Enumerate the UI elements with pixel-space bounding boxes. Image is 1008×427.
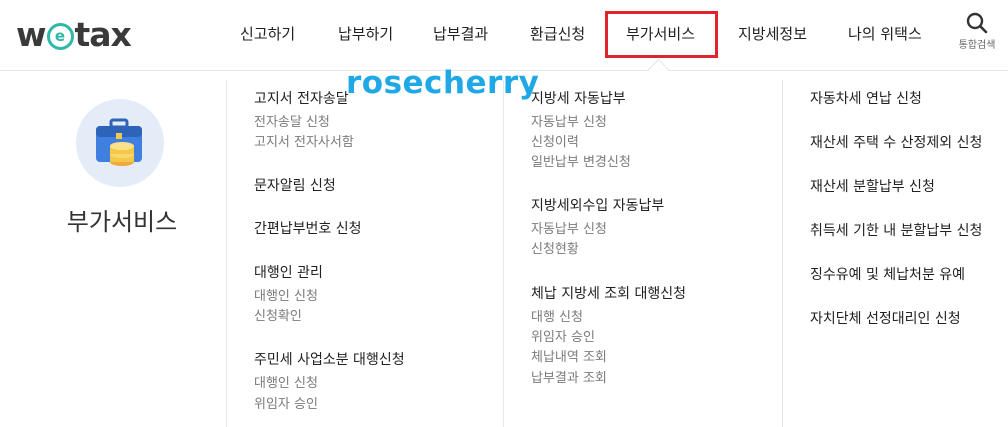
top-header: w e tax 신고하기 납부하기 납부결과 환급신청 부가서비스 지방세정보 나의…	[0, 0, 1008, 71]
submenu-apply-history[interactable]: 신청이력	[531, 134, 579, 152]
menu-local-gov-agent[interactable]: 자치단체 선정대리인 신청	[810, 309, 961, 329]
column-divider	[782, 80, 783, 427]
search-icon	[966, 12, 988, 34]
submenu-delegator-approve-2[interactable]: 위임자 승인	[531, 329, 595, 347]
menu-e-delivery[interactable]: 고지서 전자송달	[254, 89, 349, 109]
menu-nontax-autopay[interactable]: 지방세외수입 자동납부	[531, 196, 664, 216]
submenu-apply-check[interactable]: 신청확인	[254, 308, 302, 326]
nav-my-wetax[interactable]: 나의 위택스	[848, 22, 922, 46]
submenu-general-pay-change[interactable]: 일반납부 변경신청	[531, 154, 631, 172]
submenu-agent-apply-3[interactable]: 대행 신청	[531, 309, 583, 327]
menu-acquisition-installment[interactable]: 취득세 기한 내 분할납부 신청	[810, 221, 982, 241]
submenu-autopay-apply-2[interactable]: 자동납부 신청	[531, 221, 607, 239]
nav-local-tax-info[interactable]: 지방세정보	[738, 22, 807, 46]
search-button[interactable]: 통합검색	[955, 12, 999, 51]
nav-pay[interactable]: 납부하기	[338, 22, 393, 46]
menu-sms-alert[interactable]: 문자알림 신청	[254, 176, 336, 196]
submenu-payment-result-inquiry[interactable]: 납부결과 조회	[531, 370, 607, 388]
nav-payment-result[interactable]: 납부결과	[433, 22, 488, 46]
submenu-agent-apply[interactable]: 대행인 신청	[254, 288, 318, 306]
search-label: 통합검색	[958, 40, 996, 51]
submenu-autopay-apply[interactable]: 자동납부 신청	[531, 114, 607, 132]
wetax-logo[interactable]: w e tax	[16, 14, 132, 54]
menu-simple-pay-number[interactable]: 간편납부번호 신청	[254, 219, 362, 239]
menu-agent-management[interactable]: 대행인 관리	[254, 263, 323, 283]
menu-collection-deferral[interactable]: 징수유예 및 체납처분 유예	[810, 265, 965, 285]
logo-e-circle: e	[46, 22, 74, 50]
submenu-apply-status[interactable]: 신청현황	[531, 241, 579, 259]
menu-property-house-exclusion[interactable]: 재산세 주택 수 산정제외 신청	[810, 133, 982, 153]
section-title: 부가서비스	[66, 208, 178, 236]
submenu-e-delivery-apply[interactable]: 전자송달 신청	[254, 114, 330, 132]
logo-text-pre: w	[16, 14, 46, 54]
submenu-delegator-approve[interactable]: 위임자 승인	[254, 396, 318, 414]
nav-file-report[interactable]: 신고하기	[240, 22, 295, 46]
watermark-text: rosecherry	[346, 65, 540, 101]
submenu-arrears-inquiry[interactable]: 체납내역 조회	[531, 349, 607, 367]
logo-text-post: tax	[74, 14, 132, 54]
highlight-box	[605, 11, 718, 58]
menu-property-installment[interactable]: 재산세 분할납부 신청	[810, 177, 935, 197]
column-divider	[226, 80, 227, 427]
nav-refund[interactable]: 환급신청	[530, 22, 585, 46]
toolbox-coins-icon	[76, 99, 164, 187]
submenu-agent-apply-2[interactable]: 대행인 신청	[254, 375, 318, 393]
menu-arrears-inquiry-agent[interactable]: 체납 지방세 조회 대행신청	[531, 284, 686, 304]
column-divider	[503, 80, 504, 427]
submenu-e-mailbox[interactable]: 고지서 전자사서함	[254, 134, 354, 152]
menu-local-tax-autopay[interactable]: 지방세 자동납부	[531, 89, 626, 109]
menu-vehicle-tax-annual[interactable]: 자동차세 연납 신청	[810, 89, 922, 109]
menu-resident-tax-agent[interactable]: 주민세 사업소분 대행신청	[254, 350, 405, 370]
